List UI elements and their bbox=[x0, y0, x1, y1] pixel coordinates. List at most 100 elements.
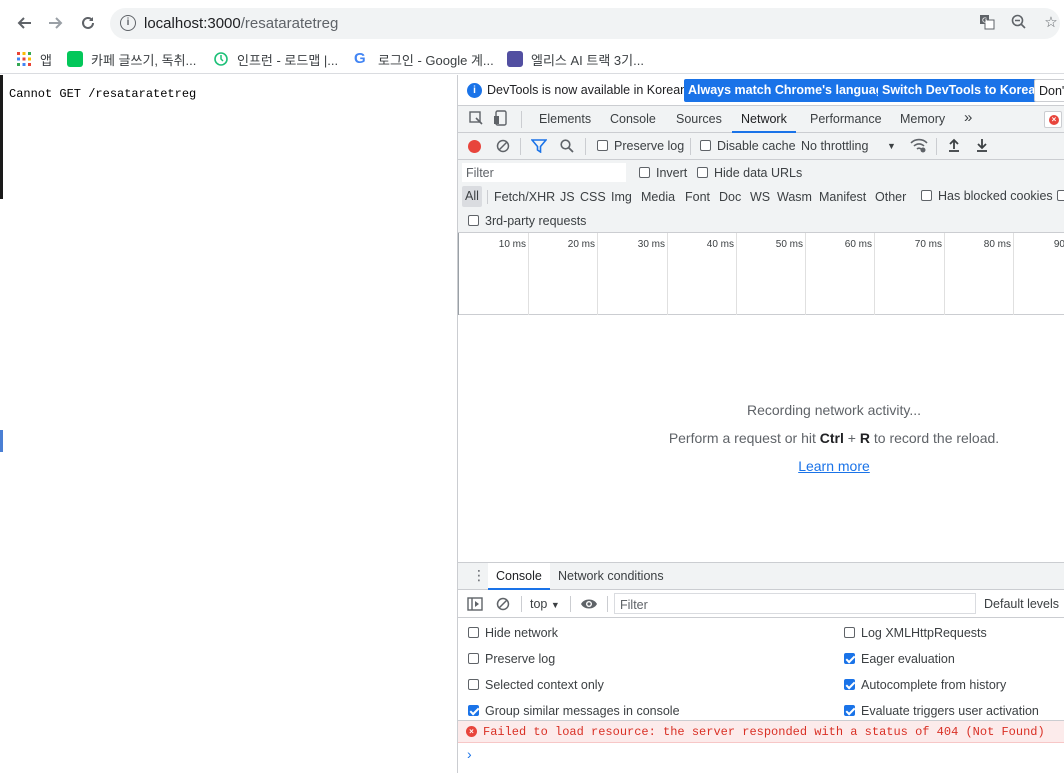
filter-type-font[interactable]: Font bbox=[685, 190, 710, 204]
tab-memory[interactable]: Memory bbox=[900, 112, 945, 126]
autocomplete-history-label: Autocomplete from history bbox=[861, 678, 1007, 692]
bookmark-star-icon[interactable]: ☆ bbox=[1042, 14, 1060, 32]
timeline-gridline bbox=[805, 233, 806, 315]
switch-to-korean-button[interactable]: Switch DevTools to Korean bbox=[878, 79, 1047, 102]
filter-type-all[interactable]: All bbox=[462, 186, 482, 207]
show-sidebar-icon[interactable] bbox=[467, 597, 483, 614]
filter-type-media[interactable]: Media bbox=[641, 190, 675, 204]
bookmarks-bar: 앱 카페 글쓰기, 독취... 인프런 - 로드맵 |... G 로그인 - G… bbox=[0, 44, 1064, 74]
has-blocked-cookies-checkbox[interactable] bbox=[921, 190, 932, 201]
console-prompt[interactable]: › bbox=[458, 743, 1064, 773]
evaluate-triggers-label: Evaluate triggers user activation bbox=[861, 704, 1039, 718]
invert-checkbox[interactable] bbox=[639, 167, 650, 178]
elice-icon bbox=[507, 51, 523, 67]
timeline-tick-label: 60 ms bbox=[844, 239, 872, 250]
third-party-checkbox[interactable] bbox=[468, 215, 479, 226]
url-text: localhost:3000/resataratetreg bbox=[144, 15, 339, 32]
eager-evaluation-checkbox[interactable] bbox=[844, 653, 855, 664]
clear-console-icon[interactable] bbox=[496, 597, 510, 614]
clear-icon[interactable] bbox=[496, 139, 510, 156]
errors-counter[interactable]: × bbox=[1044, 111, 1062, 128]
drawer-tab-network-conditions[interactable]: Network conditions bbox=[558, 569, 664, 583]
network-filter-input[interactable]: Filter bbox=[462, 163, 626, 182]
log-levels-select[interactable]: Default levels bbox=[984, 597, 1059, 611]
filter-funnel-icon[interactable] bbox=[530, 139, 548, 156]
hide-data-urls-checkbox[interactable] bbox=[697, 167, 708, 178]
back-arrow-icon[interactable] bbox=[13, 12, 35, 34]
tab-network[interactable]: Network bbox=[741, 112, 787, 126]
always-match-language-button[interactable]: Always match Chrome's language bbox=[684, 79, 895, 102]
network-overview-timeline: 10 ms 20 ms 30 ms 40 ms 50 ms 60 ms 70 m… bbox=[458, 233, 1064, 315]
drawer-menu-icon[interactable]: ⋮ bbox=[472, 568, 486, 582]
drawer-tab-console[interactable]: Console bbox=[488, 563, 550, 590]
filter-type-doc[interactable]: Doc bbox=[719, 190, 741, 204]
disable-cache-label: Disable cache bbox=[717, 139, 796, 153]
ctrl-key: Ctrl bbox=[819, 430, 844, 446]
more-tabs-icon[interactable]: » bbox=[964, 109, 972, 126]
timeline-gridline bbox=[874, 233, 875, 315]
network-filter-bar: Filter Invert Hide data URLs All Fetch/X… bbox=[458, 160, 1064, 233]
group-similar-checkbox[interactable] bbox=[468, 705, 479, 716]
bookmark-elice[interactable]: 엘리스 AI 트랙 3기... bbox=[507, 48, 644, 70]
timeline-tick-label: 10 ms bbox=[498, 239, 526, 250]
tab-performance[interactable]: Performance bbox=[810, 112, 882, 126]
console-preserve-log-checkbox[interactable] bbox=[468, 653, 479, 664]
dropdown-arrow-icon: ▼ bbox=[887, 141, 896, 151]
zoom-icon[interactable] bbox=[1010, 14, 1028, 32]
filter-type-js[interactable]: JS bbox=[560, 190, 575, 204]
hide-network-label: Hide network bbox=[485, 626, 558, 640]
inflearn-icon bbox=[213, 51, 229, 67]
selected-context-only-checkbox[interactable] bbox=[468, 679, 479, 690]
hide-network-checkbox[interactable] bbox=[468, 627, 479, 638]
log-xhr-checkbox[interactable] bbox=[844, 627, 855, 638]
bookmark-label: 로그인 - Google 계... bbox=[378, 52, 494, 68]
evaluate-triggers-checkbox[interactable] bbox=[844, 705, 855, 716]
translate-icon[interactable]: G bbox=[978, 14, 996, 32]
has-blocked-cookies-label: Has blocked cookies bbox=[938, 189, 1053, 203]
address-bar[interactable]: i localhost:3000/resataratetreg G ☆ bbox=[110, 8, 1060, 39]
separator bbox=[690, 138, 691, 155]
site-info-icon[interactable]: i bbox=[120, 15, 136, 31]
record-icon[interactable] bbox=[468, 140, 481, 153]
tab-elements[interactable]: Elements bbox=[539, 112, 591, 126]
bookmark-cafe[interactable]: 카페 글쓰기, 독취... bbox=[67, 48, 196, 70]
separator bbox=[936, 138, 937, 155]
throttling-select[interactable]: No throttling bbox=[801, 139, 868, 153]
inspect-element-icon[interactable] bbox=[469, 111, 483, 128]
export-har-icon[interactable] bbox=[976, 138, 988, 155]
preserve-log-checkbox[interactable] bbox=[597, 140, 608, 151]
bookmark-inflearn[interactable]: 인프런 - 로드맵 |... bbox=[213, 48, 338, 70]
filter-type-img[interactable]: Img bbox=[611, 190, 632, 204]
timeline-tick-label: 40 ms bbox=[706, 239, 734, 250]
dont-show-again-button[interactable]: Don't bbox=[1034, 79, 1064, 102]
filter-type-manifest[interactable]: Manifest bbox=[819, 190, 866, 204]
console-filter-input[interactable]: Filter bbox=[614, 593, 976, 614]
autocomplete-history-checkbox[interactable] bbox=[844, 679, 855, 690]
bookmark-apps[interactable]: 앱 bbox=[16, 48, 52, 70]
disable-cache-checkbox[interactable] bbox=[700, 140, 711, 151]
filter-type-ws[interactable]: WS bbox=[750, 190, 770, 204]
filter-type-css[interactable]: CSS bbox=[580, 190, 606, 204]
device-toolbar-icon[interactable] bbox=[494, 110, 508, 129]
tab-console[interactable]: Console bbox=[610, 112, 656, 126]
group-similar-label: Group similar messages in console bbox=[485, 704, 680, 718]
reload-icon[interactable] bbox=[77, 12, 99, 34]
separator bbox=[607, 596, 608, 612]
blocked-requests-checkbox[interactable] bbox=[1057, 190, 1064, 201]
network-conditions-icon[interactable] bbox=[910, 138, 928, 157]
context-selector[interactable]: top ▼ bbox=[530, 597, 560, 611]
live-expression-eye-icon[interactable] bbox=[580, 598, 598, 613]
error-icon: × bbox=[1049, 115, 1059, 125]
bookmark-google[interactable]: G 로그인 - Google 계... bbox=[354, 48, 494, 70]
filter-type-fetch[interactable]: Fetch/XHR bbox=[494, 190, 555, 204]
import-har-icon[interactable] bbox=[948, 138, 960, 155]
filter-placeholder: Filter bbox=[466, 166, 494, 180]
filter-type-other[interactable]: Other bbox=[875, 190, 906, 204]
timeline-gridline bbox=[736, 233, 737, 315]
learn-more-link[interactable]: Learn more bbox=[458, 458, 1064, 474]
filter-type-wasm[interactable]: Wasm bbox=[777, 190, 812, 204]
tab-sources[interactable]: Sources bbox=[676, 112, 722, 126]
window-edge-accent bbox=[0, 430, 3, 452]
forward-arrow-icon[interactable] bbox=[45, 12, 67, 34]
search-icon[interactable] bbox=[560, 139, 574, 156]
